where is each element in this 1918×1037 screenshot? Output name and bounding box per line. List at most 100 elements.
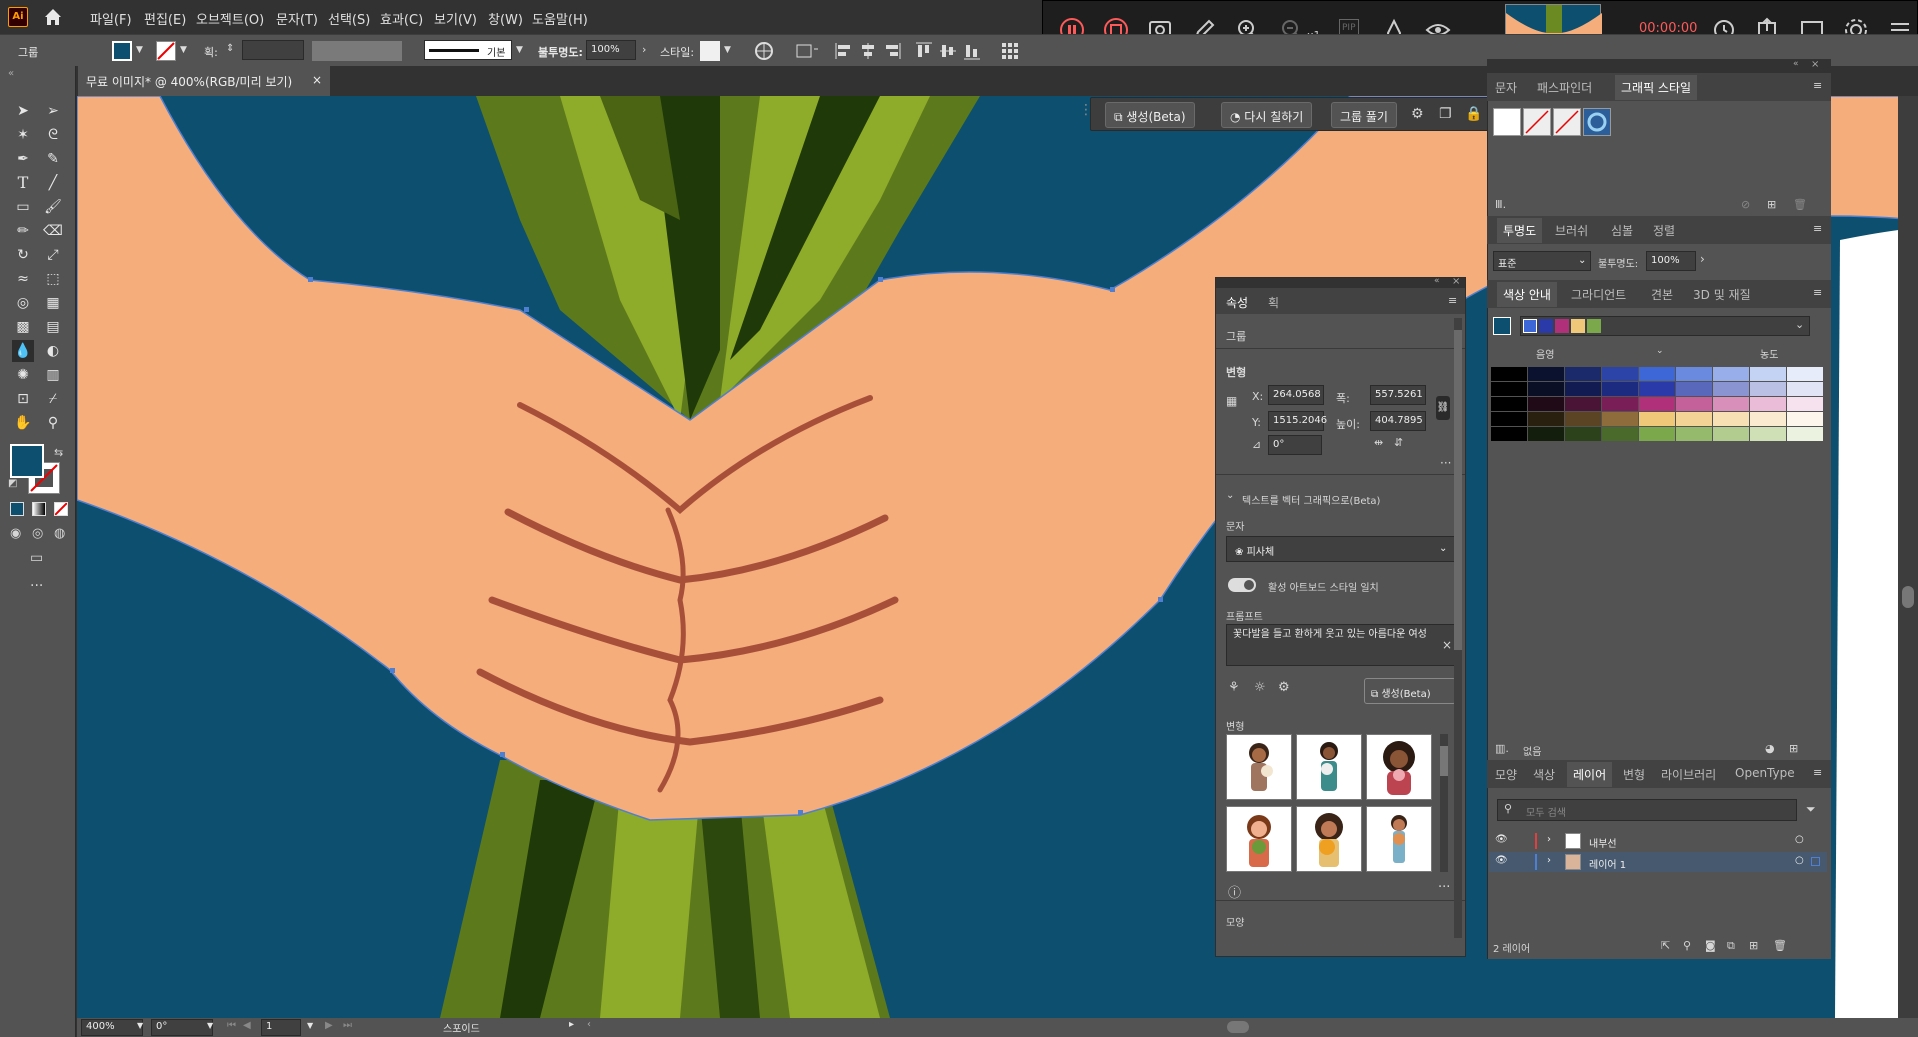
- close-tab-icon[interactable]: ×: [312, 73, 322, 87]
- color-guide-swatch[interactable]: [1639, 367, 1675, 381]
- variation-thumbnail-1[interactable]: [1226, 734, 1292, 800]
- color-guide-swatch[interactable]: [1491, 382, 1527, 396]
- new-sublayer-icon[interactable]: ⧉: [1727, 939, 1735, 953]
- draw-mode-icon[interactable]: ◉: [10, 526, 21, 541]
- menu-file[interactable]: 파일(F): [90, 9, 132, 28]
- collapse-icon[interactable]: «: [1793, 59, 1799, 69]
- align-center-icon[interactable]: [858, 41, 878, 61]
- horizontal-scrollbar-thumb[interactable]: [1227, 1021, 1249, 1033]
- tab-transparency[interactable]: 투명도: [1497, 218, 1543, 243]
- library-icon[interactable]: Ⅲ.: [1495, 198, 1506, 211]
- color-guide-swatch[interactable]: [1676, 367, 1712, 381]
- color-guide-swatch[interactable]: [1602, 397, 1638, 411]
- zoom-dropdown[interactable]: 400%: [81, 1019, 143, 1036]
- more-options-icon[interactable]: ···: [1440, 456, 1451, 470]
- reference-point-icon[interactable]: ▦: [1226, 394, 1237, 408]
- align-middle-icon[interactable]: [938, 41, 958, 61]
- color-guide-swatch[interactable]: [1491, 367, 1527, 381]
- color-guide-swatch[interactable]: [1787, 427, 1823, 441]
- align-top-icon[interactable]: [914, 41, 934, 61]
- variation-thumbnail-4[interactable]: [1226, 806, 1292, 872]
- chevron-right-icon[interactable]: ›: [1547, 834, 1551, 845]
- constrain-proportions-icon[interactable]: ⛓: [1436, 396, 1450, 420]
- settings-icon[interactable]: ⚙: [1411, 106, 1424, 122]
- scroll-left-icon[interactable]: ‹: [587, 1019, 591, 1030]
- chevron-down-icon[interactable]: ▼: [516, 45, 523, 55]
- generate-button[interactable]: ⧉ 생성(Beta): [1364, 678, 1456, 704]
- variable-width-profile[interactable]: [312, 41, 402, 61]
- menu-effect[interactable]: 효과(C): [380, 9, 423, 28]
- color-guide-swatch[interactable]: [1750, 382, 1786, 396]
- tab-gradient[interactable]: 그라디언트: [1571, 286, 1626, 303]
- default-colors-icon[interactable]: ◩: [8, 478, 17, 489]
- color-guide-swatch[interactable]: [1491, 427, 1527, 441]
- ungroup-button[interactable]: 그룹 풀기: [1331, 102, 1397, 128]
- color-guide-swatch[interactable]: [1602, 427, 1638, 441]
- chevron-right-icon[interactable]: ›: [1700, 252, 1705, 266]
- fill-color-swatch[interactable]: [10, 444, 44, 478]
- color-guide-swatch[interactable]: [1528, 427, 1564, 441]
- recolor-icon[interactable]: [754, 41, 774, 61]
- menu-window[interactable]: 창(W): [488, 9, 523, 28]
- color-guide-swatch[interactable]: [1565, 427, 1601, 441]
- chevron-right-icon[interactable]: ›: [1547, 855, 1551, 866]
- stroke-weight-field[interactable]: [242, 40, 304, 60]
- color-guide-swatch[interactable]: [1528, 382, 1564, 396]
- stepper-icon[interactable]: ⇕: [226, 43, 234, 54]
- eraser-tool-icon[interactable]: ⌫: [42, 220, 64, 242]
- selection-indicator[interactable]: [1811, 857, 1820, 866]
- style-reference-icon[interactable]: ⚘: [1228, 680, 1240, 695]
- color-mode-icon[interactable]: [10, 502, 24, 516]
- color-guide-swatch[interactable]: [1750, 427, 1786, 441]
- tab-pathfinder[interactable]: 패스파인더: [1537, 79, 1592, 96]
- visibility-eye-icon[interactable]: 👁: [1495, 855, 1508, 866]
- clear-prompt-icon[interactable]: ×: [1442, 638, 1452, 652]
- transform-icon[interactable]: [794, 41, 820, 61]
- settings-icon[interactable]: ⚙: [1278, 680, 1290, 695]
- more-options-icon[interactable]: ···: [1438, 880, 1450, 895]
- close-icon[interactable]: ×: [1452, 276, 1460, 287]
- color-guide-swatch[interactable]: [1713, 367, 1749, 381]
- menu-view[interactable]: 보기(V): [434, 9, 477, 28]
- draw-behind-icon[interactable]: ◎: [32, 526, 43, 541]
- screen-mode-icon[interactable]: ▭: [30, 550, 43, 566]
- tab-libraries[interactable]: 라이브러리: [1661, 766, 1716, 783]
- curvature-tool-icon[interactable]: ✎: [42, 148, 64, 170]
- gradient-mode-icon[interactable]: [32, 502, 46, 516]
- clipping-mask-icon[interactable]: ◙: [1705, 939, 1716, 952]
- reference-point-icon[interactable]: [1000, 41, 1020, 61]
- blend-tool-icon[interactable]: ◐: [42, 340, 64, 362]
- rotation-field[interactable]: 0°: [1268, 435, 1322, 455]
- status-menu-icon[interactable]: ▸: [569, 1019, 574, 1030]
- close-icon[interactable]: ×: [1811, 59, 1819, 70]
- menu-type[interactable]: 문자(T): [276, 9, 318, 28]
- mesh-tool-icon[interactable]: ▩: [12, 316, 34, 338]
- variations-scrollbar[interactable]: [1440, 734, 1448, 872]
- edit-colors-icon[interactable]: ◕: [1765, 742, 1775, 755]
- graphic-style-swatch[interactable]: [700, 41, 720, 61]
- previous-artboard-icon[interactable]: ◀: [243, 1020, 251, 1031]
- flip-horizontal-icon[interactable]: ⇹: [1374, 436, 1383, 449]
- color-guide-swatch[interactable]: [1787, 397, 1823, 411]
- next-artboard-icon[interactable]: ▶: [325, 1020, 333, 1031]
- none-mode-icon[interactable]: [54, 502, 68, 516]
- height-field[interactable]: 404.7895: [1370, 411, 1426, 431]
- color-guide-swatch[interactable]: [1565, 382, 1601, 396]
- generate-beta-button[interactable]: ⧉ 생성(Beta): [1105, 102, 1195, 128]
- tab-opentype[interactable]: OpenType: [1735, 766, 1795, 780]
- color-guide-swatch[interactable]: [1565, 397, 1601, 411]
- collapse-icon[interactable]: «: [8, 68, 14, 79]
- tab-brushes[interactable]: 브러쉬: [1555, 222, 1588, 239]
- target-icon[interactable]: ○: [1795, 834, 1804, 845]
- visibility-eye-icon[interactable]: 👁: [1495, 834, 1508, 845]
- filter-icon[interactable]: ⏷: [1806, 802, 1816, 817]
- y-field[interactable]: 1515.2046: [1268, 411, 1327, 431]
- slice-tool-icon[interactable]: ⌿: [42, 388, 64, 410]
- menu-help[interactable]: 도움말(H): [532, 9, 588, 28]
- graphic-style-4[interactable]: [1583, 108, 1611, 136]
- chevron-down-icon[interactable]: ▼: [307, 1021, 313, 1030]
- layer-name[interactable]: 내부선: [1589, 835, 1617, 850]
- graph-tool-icon[interactable]: ▥: [42, 364, 64, 386]
- lock-icon[interactable]: 🔒: [1465, 106, 1482, 122]
- tab-stroke[interactable]: 획: [1268, 294, 1279, 311]
